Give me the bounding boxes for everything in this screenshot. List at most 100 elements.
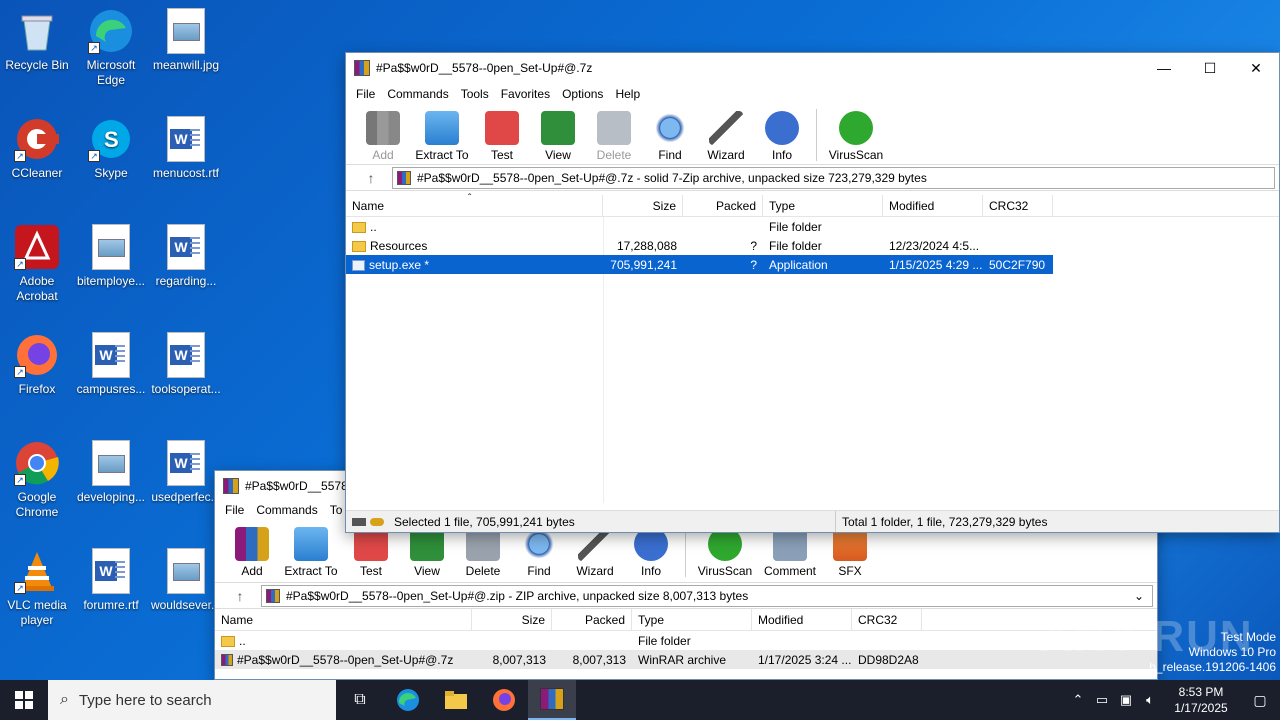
status-bar: Selected 1 file, 705,991,241 bytes Total…	[346, 510, 1279, 532]
cell-name: ..	[239, 633, 246, 648]
table-row[interactable]: .. File folder	[215, 631, 1157, 650]
status-selected: Selected 1 file, 705,991,241 bytes	[394, 514, 575, 529]
build-label: b_release.191206-1406	[1149, 660, 1276, 674]
minimize-button[interactable]: —	[1141, 53, 1187, 83]
taskbar-winrar[interactable]	[528, 680, 576, 720]
notification-button[interactable]: ▢	[1240, 692, 1280, 709]
add-button[interactable]: Add	[225, 525, 279, 578]
display-icon[interactable]: ▣	[1114, 692, 1138, 708]
header-name[interactable]: Name ˆ	[346, 193, 603, 216]
header-size[interactable]: Size	[603, 195, 683, 216]
desktop-icon-forumre[interactable]: W forumre.rtf	[75, 548, 147, 613]
archive-path[interactable]: #Pa$$w0rD__5578--0pen_Set-Up#@.zip - ZIP…	[261, 584, 1153, 607]
cell-packed: 8,007,313	[572, 652, 626, 667]
wizard-button[interactable]: Wizard	[698, 109, 754, 162]
image-file-icon	[92, 224, 130, 270]
table-row[interactable]: Resources 17,288,088 ? File folder 12/23…	[346, 236, 1279, 255]
desktop-icon-vlc[interactable]: ↗ VLC media player	[1, 548, 73, 628]
menu-help[interactable]: Help	[609, 87, 646, 101]
up-arrow-icon[interactable]: ↑	[219, 588, 261, 604]
close-button[interactable]: ✕	[1233, 53, 1279, 83]
header-type[interactable]: Type	[632, 609, 752, 630]
header-size[interactable]: Size	[472, 609, 552, 630]
tray-chevron-icon[interactable]: ⌃	[1066, 692, 1090, 708]
clock[interactable]: 8:53 PM 1/17/2025	[1162, 684, 1240, 716]
desktop-icon-developing[interactable]: developing...	[75, 440, 147, 505]
desktop-icon-label: Skype	[94, 166, 128, 180]
header-packed[interactable]: Packed	[552, 609, 632, 630]
desktop-icon-toolsoperat[interactable]: W toolsoperat...	[150, 332, 222, 397]
info-button[interactable]: Info	[754, 109, 810, 162]
maximize-button[interactable]: ☐	[1187, 53, 1233, 83]
desktop-icon-adobe-acrobat[interactable]: ↗ Adobe Acrobat	[1, 224, 73, 304]
desktop-icon-firefox[interactable]: ↗ Firefox	[1, 332, 73, 397]
desktop-icon-label: toolsoperat...	[151, 382, 221, 396]
window-title: #Pa$$w0rD__5578--0pen_Set-Up#@.7z	[376, 61, 593, 75]
start-button[interactable]	[0, 680, 48, 720]
menu-tools[interactable]: Tools	[455, 87, 495, 101]
network-icon[interactable]: ▭	[1090, 692, 1114, 708]
wizard-label: Wizard	[707, 148, 745, 162]
cell-modified: 1/15/2025 4:29 ...	[889, 257, 983, 272]
desktop-icon-skype[interactable]: S ↗ Skype	[75, 116, 147, 181]
virusscan-button[interactable]: VirusScan	[823, 109, 889, 162]
cell-size: 705,991,241	[610, 257, 677, 272]
menu-options[interactable]: Options	[556, 87, 609, 101]
up-arrow-icon[interactable]: ↑	[350, 170, 392, 186]
acrobat-icon: ↗	[14, 224, 60, 270]
taskbar-search[interactable]: ⌕ Type here to search	[48, 680, 336, 720]
word-doc-icon: W	[167, 116, 205, 162]
task-view-button[interactable]: ⧉	[336, 680, 384, 720]
extract-to-button[interactable]: Extract To	[279, 525, 343, 578]
desktop-icon-meanwill[interactable]: meanwill.jpg	[150, 8, 222, 73]
winrar-window-7z[interactable]: #Pa$$w0rD__5578--0pen_Set-Up#@.7z — ☐ ✕ …	[345, 52, 1280, 533]
header-crc32[interactable]: CRC32	[852, 609, 922, 630]
folder-icon	[221, 635, 235, 647]
header-modified[interactable]: Modified	[752, 609, 852, 630]
desktop-icon-edge[interactable]: ↗ Microsoft Edge	[75, 8, 147, 88]
image-file-icon	[167, 8, 205, 54]
desktop-icon-bitemploye[interactable]: bitemploye...	[75, 224, 147, 289]
archive-path[interactable]: #Pa$$w0rD__5578--0pen_Set-Up#@.7z - soli…	[392, 166, 1275, 189]
header-name[interactable]: Name	[215, 609, 472, 630]
desktop-icon-label: Adobe Acrobat	[16, 274, 58, 303]
extract-to-button[interactable]: Extract To	[410, 109, 474, 162]
menu-file[interactable]: File	[219, 503, 250, 517]
header-name-label: Name	[352, 199, 385, 213]
header-crc32[interactable]: CRC32	[983, 195, 1053, 216]
menu-commands[interactable]: Commands	[381, 87, 454, 101]
menu-commands[interactable]: Commands	[250, 503, 323, 517]
desktop-icon-regarding[interactable]: W regarding...	[150, 224, 222, 289]
title-bar[interactable]: #Pa$$w0rD__5578--0pen_Set-Up#@.7z — ☐ ✕	[346, 53, 1279, 83]
add-label: Add	[241, 564, 263, 578]
desktop-icon-menucost[interactable]: W menucost.rtf	[150, 116, 222, 181]
svg-text:S: S	[104, 127, 119, 152]
find-button[interactable]: Find	[642, 109, 698, 162]
menu-favorites[interactable]: Favorites	[495, 87, 556, 101]
desktop-icon-wouldsever[interactable]: wouldsever...	[150, 548, 222, 613]
taskbar-edge[interactable]	[384, 680, 432, 720]
header-modified[interactable]: Modified	[883, 195, 983, 216]
view-button[interactable]: View	[530, 109, 586, 162]
taskbar-file-explorer[interactable]	[432, 680, 480, 720]
desktop-icon-campusres[interactable]: W campusres...	[75, 332, 147, 397]
header-packed[interactable]: Packed	[683, 195, 763, 216]
desktop-icon-label: bitemploye...	[76, 274, 146, 288]
test-button[interactable]: Test	[474, 109, 530, 162]
volume-icon[interactable]: 🔈︎	[1138, 692, 1162, 708]
delete-label: Delete	[465, 564, 501, 578]
table-row-selected[interactable]: setup.exe * 705,991,241 ? Application 1/…	[346, 255, 1053, 274]
table-row[interactable]: #Pa$$w0rD__5578--0pen_Set-Up#@.7z 8,007,…	[215, 650, 1157, 669]
desktop-icon-google-chrome[interactable]: ↗ Google Chrome	[1, 440, 73, 520]
chevron-down-icon[interactable]: ⌄	[1134, 589, 1152, 603]
desktop-icon-usedperfec[interactable]: W usedperfec...	[150, 440, 222, 505]
table-row[interactable]: .. File folder	[346, 217, 1279, 236]
add-button[interactable]: Add	[356, 109, 410, 162]
delete-button[interactable]: Delete	[586, 109, 642, 162]
desktop-icon-ccleaner[interactable]: ↗ CCleaner	[1, 116, 73, 181]
header-type[interactable]: Type	[763, 195, 883, 216]
taskbar-firefox[interactable]	[480, 680, 528, 720]
desktop-icon-label: meanwill.jpg	[152, 58, 220, 72]
desktop-icon-recycle-bin[interactable]: Recycle Bin	[1, 8, 73, 73]
menu-file[interactable]: File	[350, 87, 381, 101]
